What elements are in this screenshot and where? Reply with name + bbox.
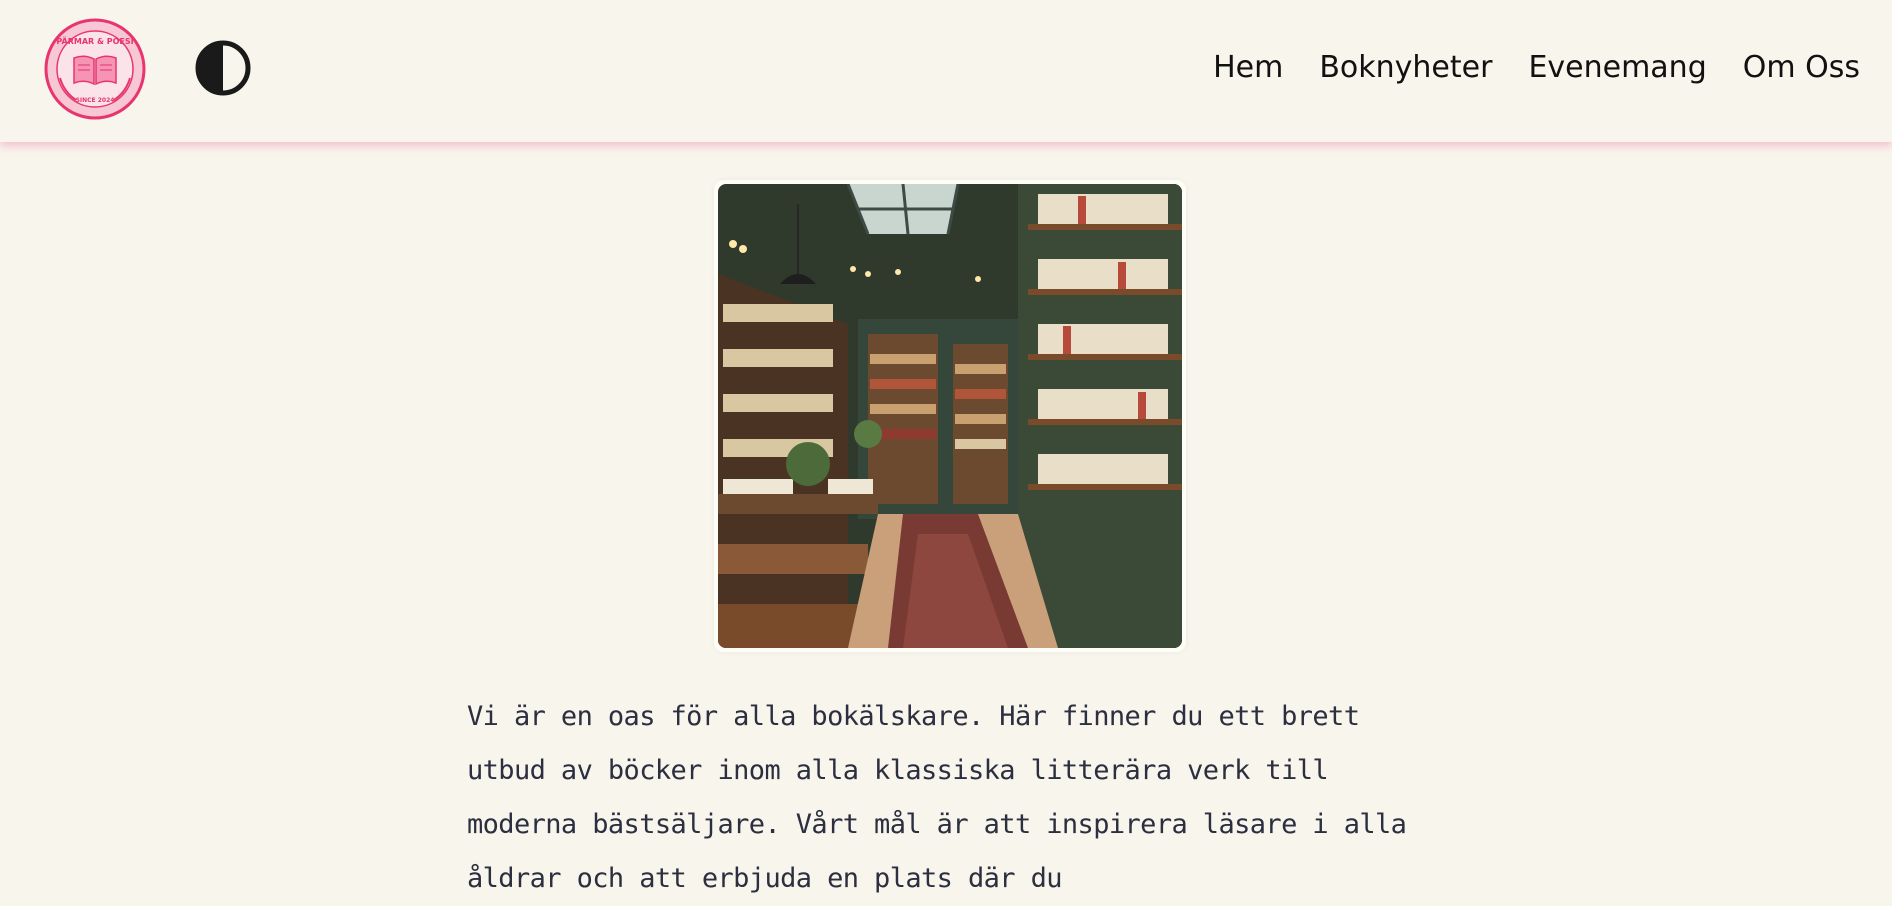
- bookstore-interior-image: [718, 184, 1182, 648]
- site-header: PÄRMAR & POESI SINCE 2024 Hem Boknyheter…: [0, 0, 1892, 142]
- logo-text-bottom: SINCE 2024: [76, 97, 115, 104]
- intro-paragraph: Vi är en oas för alla bokälskare. Här fi…: [467, 701, 1407, 894]
- logo-text-top: PÄRMAR & POESI: [56, 36, 133, 46]
- logo-badge-icon: PÄRMAR & POESI SINCE 2024: [44, 18, 146, 120]
- main-nav: Hem Boknyheter Evenemang Om Oss: [1195, 48, 1878, 88]
- logo[interactable]: PÄRMAR & POESI SINCE 2024: [44, 18, 146, 120]
- nav-link-om-oss[interactable]: Om Oss: [1725, 48, 1878, 88]
- nav-link-hem[interactable]: Hem: [1195, 48, 1301, 88]
- half-circle-contrast-icon: [195, 40, 251, 96]
- nav-link-boknyheter[interactable]: Boknyheter: [1301, 48, 1510, 88]
- theme-toggle-button[interactable]: [194, 39, 252, 97]
- nav-link-evenemang[interactable]: Evenemang: [1510, 48, 1724, 88]
- hero-image: [714, 180, 1186, 652]
